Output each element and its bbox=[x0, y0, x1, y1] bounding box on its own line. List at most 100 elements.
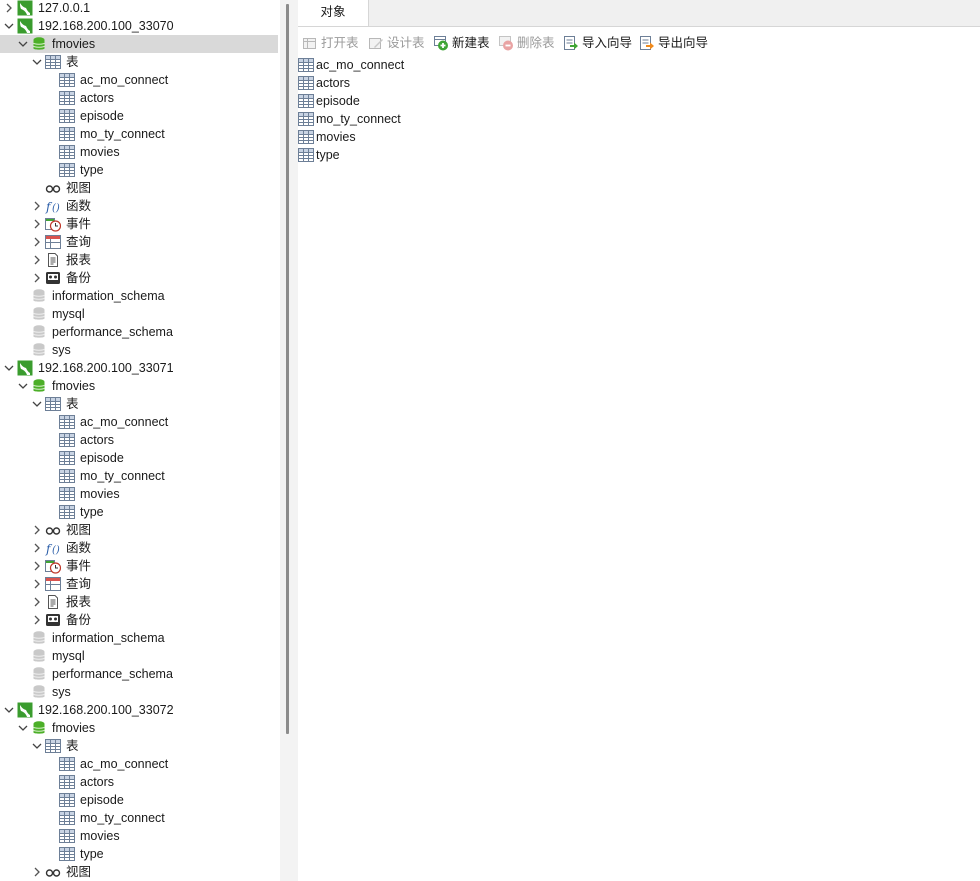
pane-splitter[interactable] bbox=[280, 0, 298, 881]
tree-node-backups[interactable]: 备份 bbox=[0, 611, 278, 629]
tree-node-tables-folder[interactable]: 表 bbox=[0, 737, 278, 755]
chevron-down-icon[interactable] bbox=[17, 719, 29, 737]
open-table-button[interactable]: 打开表 bbox=[302, 32, 364, 54]
tree-node-table[interactable]: mo_ty_connect bbox=[0, 809, 278, 827]
chevron-down-icon[interactable] bbox=[17, 377, 29, 395]
table-icon bbox=[59, 144, 75, 160]
chevron-right-icon[interactable] bbox=[31, 269, 43, 287]
open-table-icon bbox=[302, 35, 318, 51]
tree-node-table[interactable]: ac_mo_connect bbox=[0, 71, 278, 89]
tree-node-table[interactable]: mo_ty_connect bbox=[0, 467, 278, 485]
chevron-down-icon[interactable] bbox=[3, 359, 15, 377]
tab-objects[interactable]: 对象 bbox=[298, 0, 369, 26]
tree-node-database-grey[interactable]: sys bbox=[0, 683, 278, 701]
table-icon bbox=[59, 792, 75, 808]
chevron-right-icon[interactable] bbox=[31, 575, 43, 593]
tree-node-connection[interactable]: 192.168.200.100_33072 bbox=[0, 701, 278, 719]
tree-node-database-grey[interactable]: performance_schema bbox=[0, 665, 278, 683]
chevron-right-icon[interactable] bbox=[31, 539, 43, 557]
database-icon bbox=[31, 324, 47, 340]
chevron-down-icon[interactable] bbox=[17, 35, 29, 53]
tree-node-queries[interactable]: 查询 bbox=[0, 575, 278, 593]
tree-node-database-grey[interactable]: mysql bbox=[0, 647, 278, 665]
tree-node-database-grey[interactable]: performance_schema bbox=[0, 323, 278, 341]
chevron-right-icon[interactable] bbox=[3, 0, 15, 17]
chevron-right-icon[interactable] bbox=[31, 215, 43, 233]
tree-node-backups[interactable]: 备份 bbox=[0, 269, 278, 287]
database-icon bbox=[31, 288, 47, 304]
query-icon bbox=[45, 576, 61, 592]
tree-scrollbar[interactable] bbox=[286, 4, 289, 734]
tree-node-events[interactable]: 事件 bbox=[0, 557, 278, 575]
delete-table-label: 删除表 bbox=[517, 36, 555, 50]
tree-node-connection[interactable]: 127.0.0.1 bbox=[0, 0, 278, 17]
chevron-down-icon[interactable] bbox=[31, 737, 43, 755]
tree-node-table[interactable]: type bbox=[0, 845, 278, 863]
export-wizard-icon bbox=[639, 35, 655, 51]
tree-node-reports[interactable]: 报表 bbox=[0, 593, 278, 611]
tree-node-queries[interactable]: 查询 bbox=[0, 233, 278, 251]
tree-node-table[interactable]: episode bbox=[0, 449, 278, 467]
tree-node-table[interactable]: actors bbox=[0, 773, 278, 791]
import-wizard-button[interactable]: 导入向导 bbox=[563, 32, 635, 54]
chevron-down-icon[interactable] bbox=[31, 395, 43, 413]
tree-node-table[interactable]: movies bbox=[0, 485, 278, 503]
design-table-button[interactable]: 设计表 bbox=[368, 32, 430, 54]
chevron-right-icon[interactable] bbox=[31, 521, 43, 539]
tree-node-tables-folder[interactable]: 表 bbox=[0, 53, 278, 71]
tree-node-database-grey[interactable]: sys bbox=[0, 341, 278, 359]
tree-node-views[interactable]: 视图 bbox=[0, 521, 278, 539]
new-table-button[interactable]: 新建表 bbox=[433, 32, 495, 54]
tree-node-table[interactable]: type bbox=[0, 161, 278, 179]
tree-node-table[interactable]: movies bbox=[0, 827, 278, 845]
object-item-label: type bbox=[316, 148, 340, 162]
tree-node-events[interactable]: 事件 bbox=[0, 215, 278, 233]
tree-node-database-grey[interactable]: mysql bbox=[0, 305, 278, 323]
tree-node-table[interactable]: ac_mo_connect bbox=[0, 755, 278, 773]
chevron-right-icon[interactable] bbox=[31, 233, 43, 251]
tree-node-label: 视图 bbox=[66, 181, 92, 195]
export-wizard-button[interactable]: 导出向导 bbox=[639, 32, 711, 54]
chevron-right-icon[interactable] bbox=[31, 197, 43, 215]
navigation-tree[interactable]: 127.0.0.1 192.168.200.100_33070 fmovies 表 ac… bbox=[0, 0, 280, 881]
chevron-down-icon[interactable] bbox=[3, 17, 15, 35]
tree-node-table[interactable]: actors bbox=[0, 431, 278, 449]
tree-node-table[interactable]: type bbox=[0, 503, 278, 521]
tree-node-table[interactable]: actors bbox=[0, 89, 278, 107]
delete-table-button[interactable]: 删除表 bbox=[498, 32, 560, 54]
tree-node-views[interactable]: 视图 bbox=[0, 863, 278, 881]
tree-node-tables-folder[interactable]: 表 bbox=[0, 395, 278, 413]
backup-icon bbox=[45, 612, 61, 628]
chevron-right-icon[interactable] bbox=[31, 863, 43, 881]
tree-node-connection[interactable]: 192.168.200.100_33071 bbox=[0, 359, 278, 377]
tree-node-table[interactable]: episode bbox=[0, 791, 278, 809]
tree-node-label: performance_schema bbox=[52, 325, 173, 339]
tree-node-functions[interactable]: f() 函数 bbox=[0, 197, 278, 215]
database-icon bbox=[31, 630, 47, 646]
tree-node-views[interactable]: 视图 bbox=[0, 179, 278, 197]
tree-node-database[interactable]: fmovies bbox=[0, 377, 278, 395]
tree-node-table[interactable]: movies bbox=[0, 143, 278, 161]
table-icon bbox=[59, 450, 75, 466]
tree-node-database[interactable]: fmovies bbox=[0, 35, 278, 53]
tree-node-table[interactable]: episode bbox=[0, 107, 278, 125]
chevron-down-icon[interactable] bbox=[31, 53, 43, 71]
tree-node-label: 报表 bbox=[66, 253, 92, 267]
chevron-right-icon[interactable] bbox=[31, 611, 43, 629]
tree-node-functions[interactable]: f() 函数 bbox=[0, 539, 278, 557]
chevron-right-icon[interactable] bbox=[31, 593, 43, 611]
chevron-right-icon[interactable] bbox=[31, 251, 43, 269]
tree-node-reports[interactable]: 报表 bbox=[0, 251, 278, 269]
tree-node-database[interactable]: fmovies bbox=[0, 719, 278, 737]
tree-node-label: 表 bbox=[66, 55, 79, 69]
table-icon bbox=[59, 756, 75, 772]
tree-node-database-grey[interactable]: information_schema bbox=[0, 287, 278, 305]
tree-node-label: movies bbox=[80, 829, 120, 843]
tree-node-table[interactable]: ac_mo_connect bbox=[0, 413, 278, 431]
chevron-right-icon[interactable] bbox=[31, 557, 43, 575]
tree-node-database-grey[interactable]: information_schema bbox=[0, 629, 278, 647]
table-icon bbox=[298, 93, 314, 109]
chevron-down-icon[interactable] bbox=[3, 701, 15, 719]
tree-node-connection[interactable]: 192.168.200.100_33070 bbox=[0, 17, 278, 35]
tree-node-table[interactable]: mo_ty_connect bbox=[0, 125, 278, 143]
